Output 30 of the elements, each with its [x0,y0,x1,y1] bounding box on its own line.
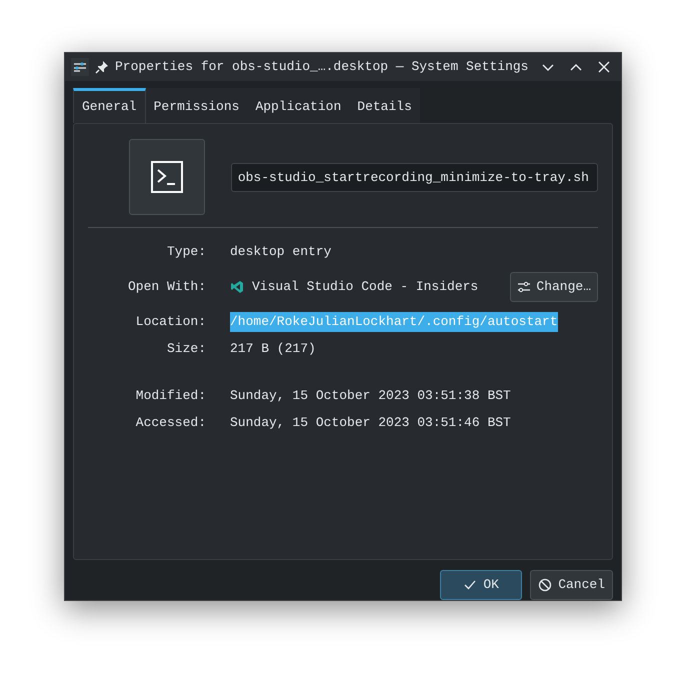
tab[interactable]: General [73,88,146,124]
checkmark-icon [463,578,478,592]
property-value: 217 B (217) [230,340,316,358]
tab[interactable]: Details [349,88,420,124]
property-label: Modified: [134,387,206,406]
property-value: /home/RokeJulianLockhart/.config/autostart [230,312,558,332]
property-label: Type: [166,243,206,262]
window-title: Properties for obs-studio_….desktop — System Settings [115,58,530,76]
property-value: desktop entry [230,243,332,262]
terminal-icon [150,161,183,194]
property-label: Size: [166,340,206,358]
property-value: Visual Studio Code - Insiders [252,278,478,296]
pin-icon[interactable] [95,60,109,74]
app-icon [230,280,244,294]
file-icon-button[interactable] [129,139,205,216]
tab[interactable]: Application [247,88,350,124]
cancel-button[interactable]: Cancel [530,570,613,600]
property-value: Sunday, 15 October 2023 03:51:46 BST [230,414,511,432]
cancel-icon [538,578,552,592]
property-value: Sunday, 15 October 2023 03:51:38 BST [230,387,511,406]
change-button[interactable]: Change… [510,272,598,302]
property-label: Accessed: [134,414,206,432]
tab[interactable]: Permissions [146,88,248,124]
sliders-icon [517,280,532,294]
ok-button[interactable]: OK [440,570,522,600]
property-label: Location: [134,313,206,332]
filename-field[interactable]: obs-studio_startrecording_minimize-to-tray.sh [230,162,598,192]
property-label: Open With: [126,278,206,296]
close-icon [597,60,611,74]
menu-icon[interactable] [71,58,89,76]
